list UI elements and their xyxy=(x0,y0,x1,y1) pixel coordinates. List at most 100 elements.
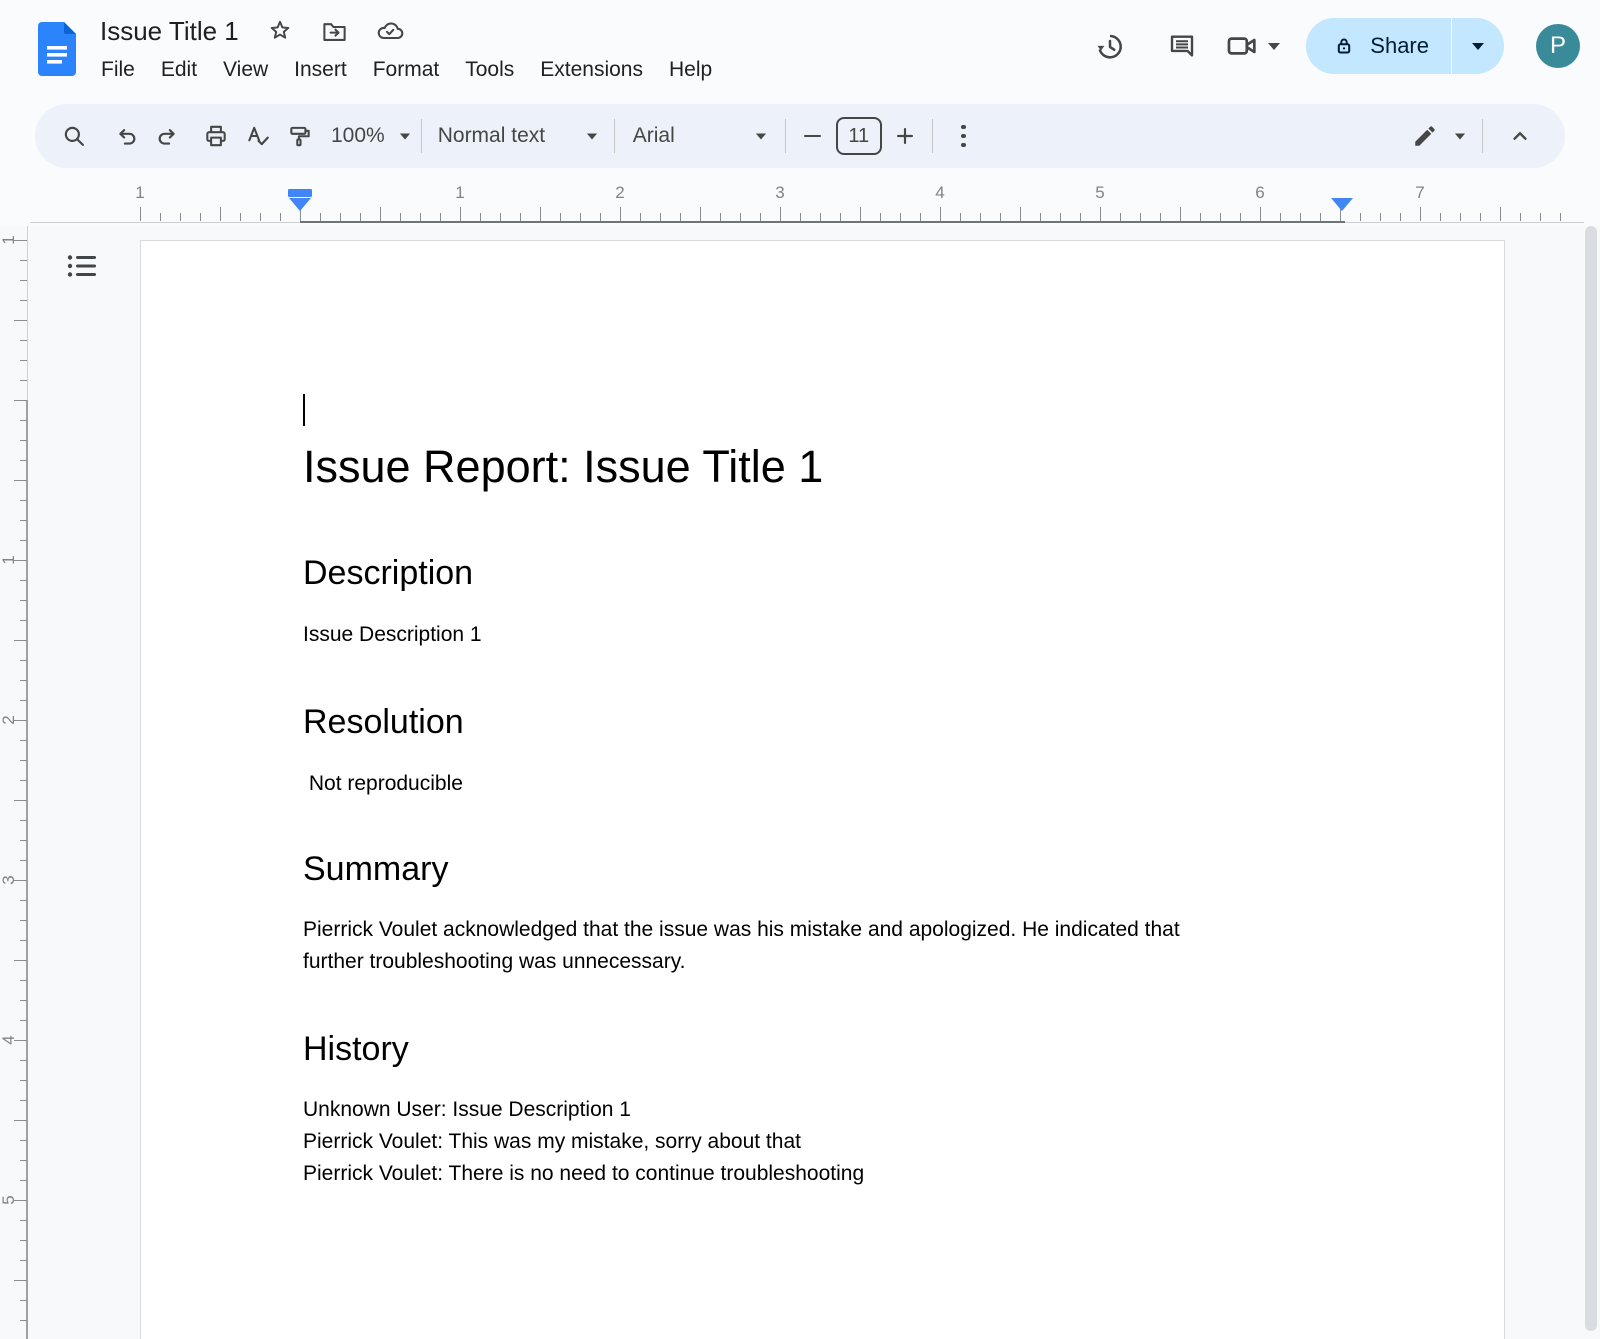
search-menus-button[interactable] xyxy=(53,115,95,157)
lock-icon xyxy=(1332,34,1356,58)
menu-tools[interactable]: Tools xyxy=(452,55,527,85)
video-camera-icon xyxy=(1225,29,1259,63)
horizontal-ruler[interactable]: 1 1 2 3 4 5 6 7 xyxy=(0,183,1600,226)
comments-button[interactable] xyxy=(1153,20,1211,72)
ruler-number: 3 xyxy=(768,183,792,203)
version-history-button[interactable] xyxy=(1081,20,1139,72)
ruler-number: 3 xyxy=(0,871,19,889)
section-paragraph[interactable]: Issue Description 1 xyxy=(303,619,1342,651)
chevron-up-icon xyxy=(1507,123,1533,149)
menu-insert[interactable]: Insert xyxy=(281,55,360,85)
pencil-icon xyxy=(1412,123,1438,149)
vertical-scrollbar[interactable] xyxy=(1585,226,1597,1331)
ruler-number: 5 xyxy=(0,1191,19,1209)
share-button-label: Share xyxy=(1370,33,1429,59)
ruler-number: 1 xyxy=(0,231,19,249)
kebab-menu-icon xyxy=(961,125,966,148)
menu-file[interactable]: File xyxy=(88,55,148,85)
ruler-number: 1 xyxy=(0,551,19,569)
google-docs-logo-icon[interactable] xyxy=(38,22,76,76)
menu-help[interactable]: Help xyxy=(656,55,725,85)
section-paragraph[interactable]: Pierrick Voulet: This was my mistake, so… xyxy=(303,1126,1342,1158)
paint-format-button[interactable] xyxy=(279,115,321,157)
plus-icon xyxy=(894,125,916,147)
left-indent-marker[interactable] xyxy=(289,198,311,211)
section-heading-summary[interactable]: Summary xyxy=(303,846,1342,892)
section-paragraph[interactable]: further troubleshooting was unnecessary. xyxy=(303,946,1342,978)
toolbar-divider xyxy=(614,119,615,153)
menu-extensions[interactable]: Extensions xyxy=(527,55,656,85)
ruler-baseline-active xyxy=(300,221,1345,223)
ruler-number: 4 xyxy=(0,1031,19,1049)
increase-font-size-button[interactable] xyxy=(888,115,922,157)
chevron-down-icon xyxy=(1455,133,1465,139)
text-cursor xyxy=(303,394,305,426)
section-heading-history[interactable]: History xyxy=(303,1026,1342,1072)
toolbar-divider xyxy=(785,119,786,153)
document-title[interactable]: Issue Title 1 xyxy=(100,16,239,47)
right-indent-marker[interactable] xyxy=(1331,198,1353,211)
section-paragraph[interactable]: Unknown User: Issue Description 1 xyxy=(303,1094,1342,1126)
app-header: Issue Title 1 File Edit View Insert Form… xyxy=(0,0,1600,100)
chevron-down-icon xyxy=(400,133,410,139)
move-to-folder-icon[interactable] xyxy=(321,18,348,45)
empty-paragraph[interactable] xyxy=(303,394,1342,434)
toolbar: 100% Normal text Arial 11 xyxy=(35,104,1565,168)
ruler-number: 4 xyxy=(928,183,952,203)
section-heading-resolution[interactable]: Resolution xyxy=(303,699,1342,745)
chevron-down-icon xyxy=(1472,43,1484,50)
menu-format[interactable]: Format xyxy=(360,55,453,85)
account-avatar[interactable]: P xyxy=(1536,24,1580,68)
hide-menus-button[interactable] xyxy=(1499,115,1541,157)
chevron-down-icon xyxy=(1268,43,1280,50)
section-paragraph[interactable]: Not reproducible xyxy=(303,768,1342,800)
decrease-font-size-button[interactable] xyxy=(796,115,830,157)
vertical-ruler[interactable]: 1 1 2 3 4 5 xyxy=(0,226,28,1339)
font-value: Arial xyxy=(633,124,675,148)
ruler-number: 1 xyxy=(448,183,472,203)
undo-button[interactable] xyxy=(105,115,147,157)
section-paragraph[interactable]: Pierrick Voulet acknowledged that the is… xyxy=(303,914,1342,946)
section-paragraph[interactable]: Pierrick Voulet: There is no need to con… xyxy=(303,1158,1342,1190)
toolbar-divider xyxy=(421,119,422,153)
show-document-outline-button[interactable] xyxy=(58,242,106,290)
share-options-button[interactable] xyxy=(1452,18,1504,74)
menu-view[interactable]: View xyxy=(210,55,281,85)
font-size-input[interactable]: 11 xyxy=(836,117,882,155)
first-line-indent-marker[interactable] xyxy=(288,189,312,197)
zoom-select[interactable]: 100% xyxy=(331,124,411,148)
toolbar-divider xyxy=(932,119,933,153)
toolbar-divider xyxy=(1482,119,1483,153)
menu-bar: File Edit View Insert Format Tools Exten… xyxy=(88,55,725,85)
paragraph-style-value: Normal text xyxy=(438,124,545,148)
share-button-group: Share xyxy=(1306,18,1504,74)
more-formatting-button[interactable] xyxy=(943,115,985,157)
ruler-ticks xyxy=(14,240,27,1339)
ruler-number: 2 xyxy=(0,711,19,729)
cloud-saved-icon[interactable] xyxy=(376,17,404,45)
section-heading-description[interactable]: Description xyxy=(303,550,1342,596)
ruler-number: 1 xyxy=(128,183,152,203)
ruler-number: 6 xyxy=(1248,183,1272,203)
join-call-dropdown[interactable] xyxy=(1225,29,1280,63)
chevron-down-icon xyxy=(587,133,597,139)
share-button[interactable]: Share xyxy=(1306,18,1451,74)
chevron-down-icon xyxy=(756,133,766,139)
document-content: Issue Report: Issue Title 1 Description … xyxy=(303,391,1342,1190)
document-page[interactable]: Issue Report: Issue Title 1 Description … xyxy=(140,240,1505,1339)
redo-button[interactable] xyxy=(147,115,189,157)
paragraph-style-select[interactable]: Normal text xyxy=(432,124,604,148)
editing-mode-select[interactable] xyxy=(1412,123,1466,149)
print-button[interactable] xyxy=(195,115,237,157)
minus-icon xyxy=(804,135,821,138)
font-select[interactable]: Arial xyxy=(625,124,775,148)
menu-edit[interactable]: Edit xyxy=(148,55,210,85)
document-outline-icon xyxy=(64,248,100,284)
zoom-value: 100% xyxy=(331,124,385,148)
ruler-ticks xyxy=(140,207,1578,221)
doc-heading-title[interactable]: Issue Report: Issue Title 1 xyxy=(303,436,1342,498)
spellcheck-button[interactable] xyxy=(237,115,279,157)
star-icon[interactable] xyxy=(267,18,293,44)
ruler-number: 5 xyxy=(1088,183,1112,203)
ruler-number: 7 xyxy=(1408,183,1432,203)
